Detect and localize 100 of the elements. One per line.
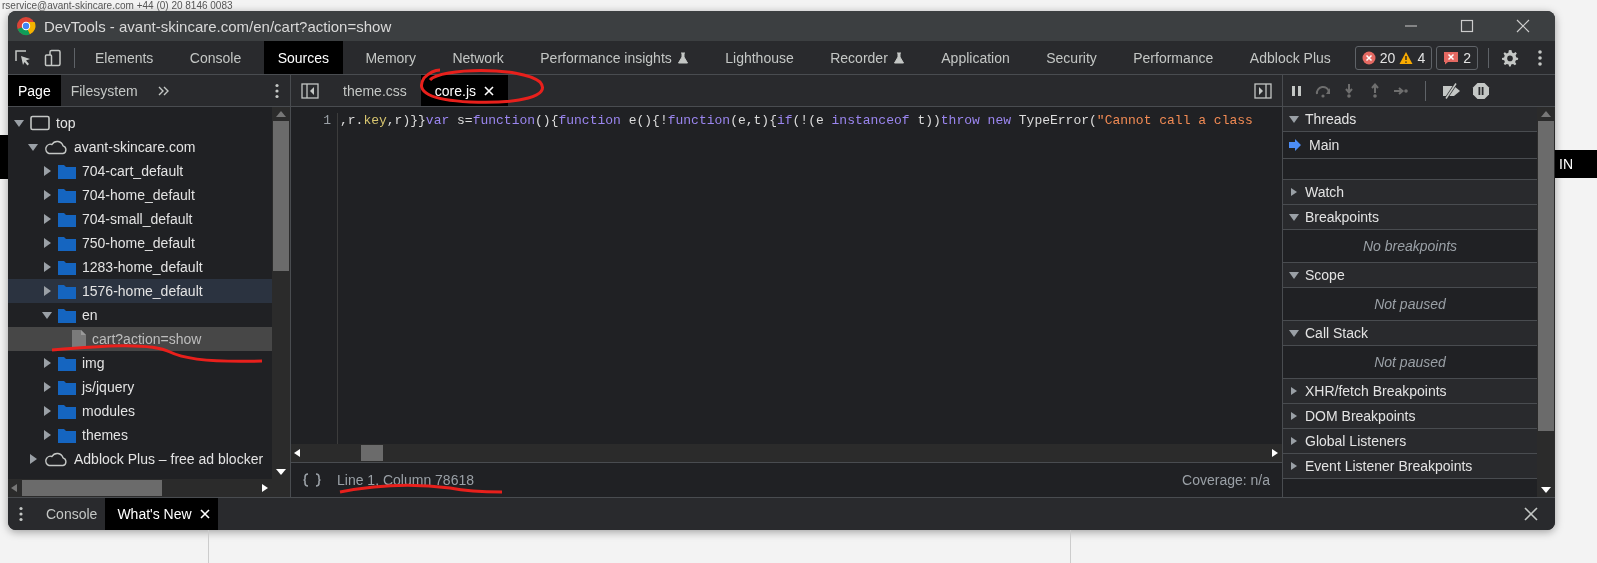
- more-tabs-icon[interactable]: [157, 84, 170, 97]
- expanded-arrow-icon[interactable]: [1289, 328, 1299, 338]
- folder-tree-item[interactable]: modules: [8, 399, 272, 423]
- folder-tree-item[interactable]: avant-skincare.com: [8, 135, 272, 159]
- expanded-arrow-icon[interactable]: [14, 118, 24, 128]
- settings-icon[interactable]: [1501, 48, 1519, 67]
- scrollbar-thumb[interactable]: [273, 121, 289, 271]
- window-title: DevTools - avant-skincare.com/en/cart?action=show: [44, 17, 393, 35]
- expanded-arrow-icon[interactable]: [1289, 114, 1299, 124]
- tree-item-label: themes: [82, 427, 128, 443]
- folder-tree-item[interactable]: 750-home_default: [8, 231, 272, 255]
- issue-count: 2: [1463, 49, 1471, 66]
- collapsed-arrow-icon[interactable]: [1289, 461, 1299, 471]
- collapsed-arrow-icon[interactable]: [28, 454, 38, 464]
- section-header[interactable]: Threads: [1283, 107, 1537, 132]
- file-tree-item[interactable]: cart?action=show: [8, 327, 272, 351]
- collapsed-arrow-icon[interactable]: [42, 286, 52, 296]
- folder-tree-item[interactable]: top: [8, 111, 272, 135]
- scrollbar-thumb[interactable]: [361, 445, 383, 461]
- device-icon[interactable]: [44, 48, 62, 67]
- collapsed-arrow-icon[interactable]: [42, 214, 52, 224]
- expanded-arrow-icon[interactable]: [1289, 212, 1299, 222]
- collapsed-arrow-icon[interactable]: [42, 406, 52, 416]
- panel-tab[interactable]: Memory: [351, 41, 430, 74]
- expanded-arrow-icon[interactable]: [28, 142, 38, 152]
- drawer-tab[interactable]: What's New: [105, 498, 218, 530]
- folder-tree-item[interactable]: 704-small_default: [8, 207, 272, 231]
- file-icon: [72, 330, 86, 348]
- more-options-icon[interactable]: [274, 82, 280, 99]
- vertical-scrollbar[interactable]: [1537, 107, 1555, 497]
- folder-tree-item[interactable]: Adblock Plus – free ad blocker: [8, 447, 272, 471]
- scrollbar-thumb[interactable]: [1538, 121, 1554, 431]
- section-header[interactable]: Breakpoints: [1283, 205, 1537, 230]
- horizontal-scrollbar[interactable]: [291, 444, 1282, 462]
- folder-tree-item[interactable]: themes: [8, 423, 272, 447]
- section-header[interactable]: Global Listeners: [1283, 429, 1537, 454]
- collapsed-arrow-icon[interactable]: [1289, 411, 1299, 421]
- section-header[interactable]: Event Listener Breakpoints: [1283, 454, 1537, 479]
- more-options-icon[interactable]: [1537, 48, 1543, 67]
- folder-tree-item[interactable]: 1576-home_default: [8, 279, 272, 303]
- section-header[interactable]: Scope: [1283, 263, 1537, 288]
- collapsed-arrow-icon[interactable]: [42, 262, 52, 272]
- panel-tab[interactable]: Lighthouse: [711, 41, 808, 74]
- panel-tab[interactable]: Console: [175, 41, 256, 74]
- folder-tree-item[interactable]: 1283-home_default: [8, 255, 272, 279]
- tree-item-label: top: [56, 115, 76, 131]
- pause-on-exceptions-icon[interactable]: [1472, 81, 1490, 100]
- collapsed-arrow-icon[interactable]: [42, 238, 52, 248]
- panel-tab[interactable]: Security: [1032, 41, 1111, 74]
- toggle-debugger-icon[interactable]: [1254, 82, 1272, 99]
- inspect-icon[interactable]: [14, 48, 32, 67]
- file-tab[interactable]: theme.css: [329, 75, 421, 106]
- panel-tab[interactable]: Sources: [263, 41, 343, 74]
- collapsed-arrow-icon[interactable]: [1289, 436, 1299, 446]
- close-icon[interactable]: [1524, 507, 1538, 521]
- expanded-arrow-icon[interactable]: [1289, 270, 1299, 280]
- navigator-tab[interactable]: Page: [8, 75, 61, 106]
- section-header[interactable]: XHR/fetch Breakpoints: [1283, 379, 1537, 404]
- browser-logo-icon: [16, 16, 36, 36]
- horizontal-scrollbar[interactable]: [8, 479, 272, 497]
- drawer-tab[interactable]: Console: [34, 498, 106, 530]
- toggle-navigator-icon[interactable]: [301, 82, 319, 99]
- folder-tree-item[interactable]: en: [8, 303, 272, 327]
- pretty-print-icon[interactable]: [303, 473, 321, 487]
- section-header[interactable]: Call Stack: [1283, 321, 1537, 346]
- collapsed-arrow-icon[interactable]: [1289, 386, 1299, 396]
- tree-item-label: en: [82, 307, 98, 323]
- panel-tab[interactable]: Performance insights: [526, 41, 703, 74]
- panel-tab[interactable]: Performance: [1119, 41, 1228, 74]
- folder-tree-item[interactable]: 704-home_default: [8, 183, 272, 207]
- collapsed-arrow-icon[interactable]: [42, 358, 52, 368]
- section-header[interactable]: DOM Breakpoints: [1283, 404, 1537, 429]
- section-header[interactable]: Watch: [1283, 180, 1537, 205]
- error-warning-counter[interactable]: 20 4: [1354, 45, 1433, 70]
- navigator-tab[interactable]: Filesystem: [60, 75, 148, 106]
- collapsed-arrow-icon[interactable]: [42, 166, 52, 176]
- deactivate-breakpoints-icon[interactable]: [1442, 82, 1462, 99]
- collapsed-arrow-icon[interactable]: [42, 430, 52, 440]
- vertical-scrollbar[interactable]: [272, 107, 290, 497]
- warning-icon: [1399, 50, 1414, 65]
- page-contact-text: rservice@avant-skincare.com +44 (0) 20 8146 0083: [1, 0, 234, 11]
- collapsed-arrow-icon[interactable]: [42, 382, 52, 392]
- panel-tab[interactable]: Application: [927, 41, 1024, 74]
- current-thread-icon: [1289, 139, 1301, 151]
- thread-item[interactable]: Main: [1283, 132, 1537, 159]
- expanded-arrow-icon[interactable]: [42, 310, 52, 320]
- panel-tab[interactable]: Elements: [81, 41, 168, 74]
- collapsed-arrow-icon[interactable]: [1289, 187, 1299, 197]
- collapsed-arrow-icon[interactable]: [42, 190, 52, 200]
- scrollbar-thumb[interactable]: [22, 480, 162, 496]
- issues-counter[interactable]: 2: [1436, 45, 1478, 70]
- folder-icon: [58, 307, 76, 323]
- folder-tree-item[interactable]: img: [8, 351, 272, 375]
- folder-tree-item[interactable]: js/jquery: [8, 375, 272, 399]
- panel-tab[interactable]: Adblock Plus: [1235, 41, 1345, 74]
- drawer-menu-icon[interactable]: [18, 506, 24, 522]
- folder-tree-item[interactable]: 704-cart_default: [8, 159, 272, 183]
- tree-item-label: js/jquery: [82, 379, 135, 395]
- panel-tab[interactable]: Recorder: [816, 41, 919, 74]
- panel-tab[interactable]: Network: [438, 41, 518, 74]
